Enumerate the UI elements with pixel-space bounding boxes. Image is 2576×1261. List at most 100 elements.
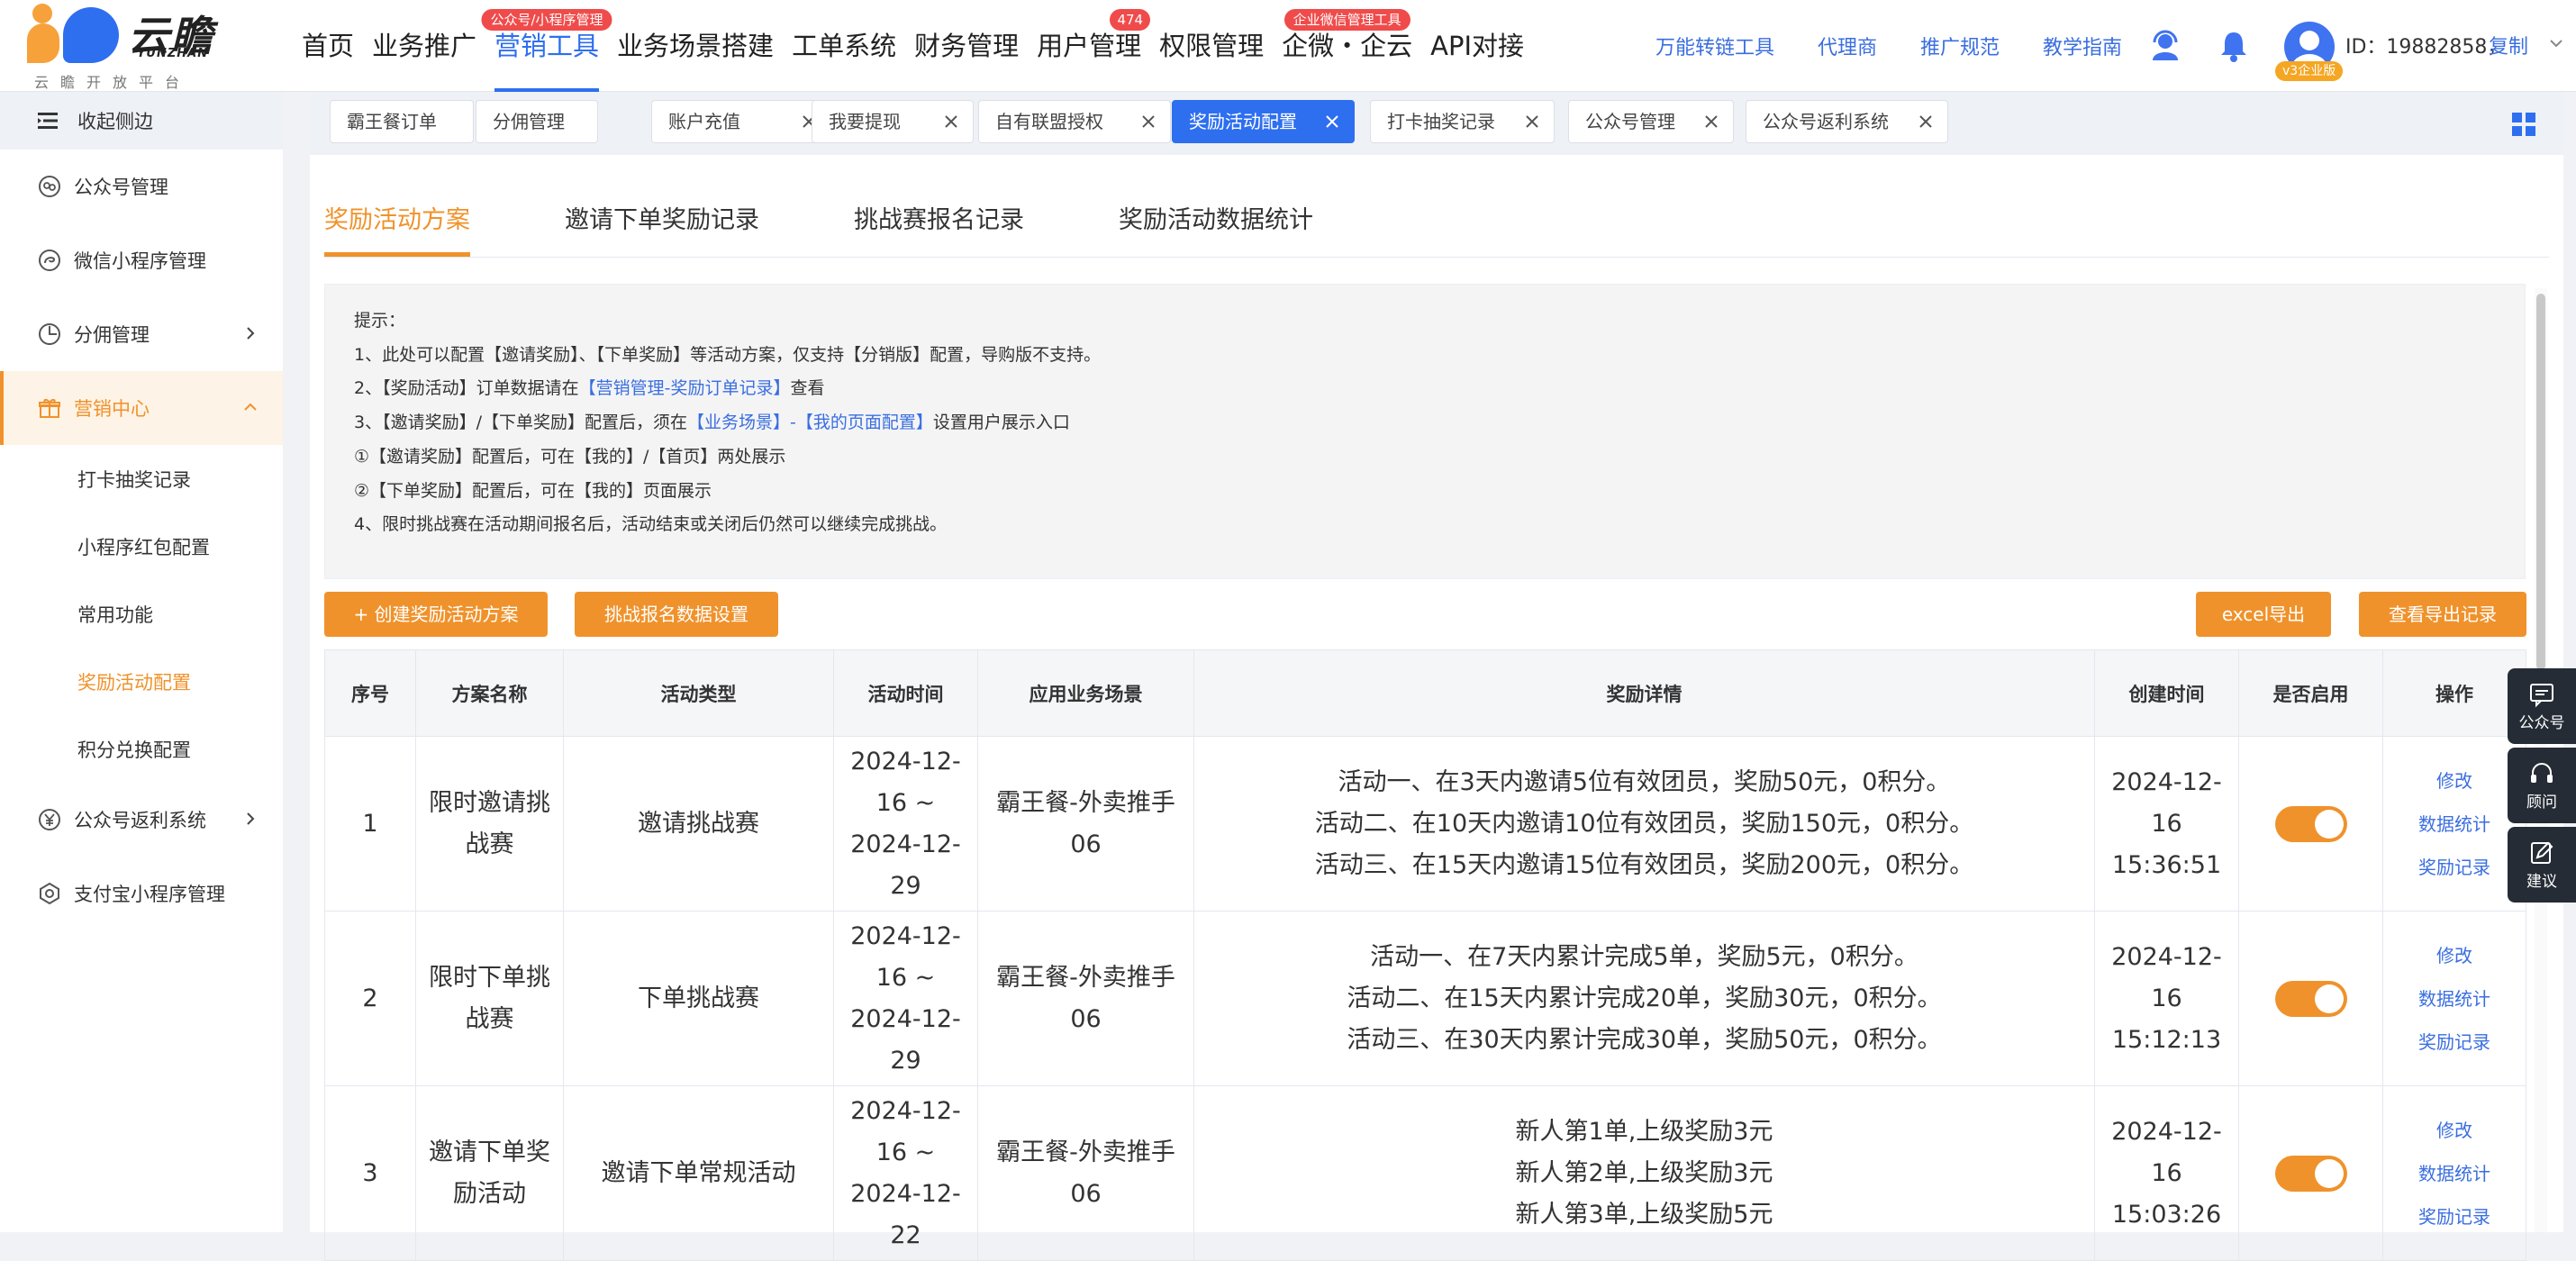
tab-official-account[interactable]: 公众号管理 — [1568, 100, 1734, 143]
nav-home[interactable]: 首页 — [293, 0, 363, 92]
tab-label: 分佣管理 — [493, 111, 565, 132]
close-icon[interactable] — [1917, 113, 1935, 131]
statistics-link[interactable]: 数据统计 — [2383, 803, 2526, 846]
chevron-up-icon — [244, 403, 257, 411]
enable-toggle[interactable] — [2274, 1156, 2347, 1192]
nav-label: API对接 — [1430, 31, 1525, 61]
tab-reward-statistics[interactable]: 奖励活动数据统计 — [1119, 200, 1313, 235]
sidebar-sub-common-functions[interactable]: 常用功能 — [0, 580, 283, 648]
sidebar-sub-points-exchange[interactable]: 积分兑换配置 — [0, 715, 283, 783]
cell-activity-time: 2024-12-16 ~ 2024-12-29 — [833, 736, 978, 912]
tab-label: 奖励活动配置 — [1189, 111, 1297, 132]
close-icon[interactable] — [942, 113, 960, 131]
create-activity-button[interactable]: + 创建奖励活动方案 — [324, 592, 548, 637]
cell-enabled — [2238, 1085, 2383, 1261]
grid-menu-icon[interactable] — [2511, 112, 2536, 137]
close-icon[interactable] — [1323, 113, 1341, 131]
nav-business-promotion[interactable]: 业务推广 — [363, 0, 485, 92]
nav-api[interactable]: API对接 — [1421, 0, 1533, 92]
alipay-icon — [40, 882, 59, 905]
tab-reward-activity-config[interactable]: 奖励活动配置 — [1172, 100, 1355, 143]
tab-commission[interactable]: 分佣管理 — [476, 100, 598, 143]
page-config-link[interactable]: 【业务场景】-【我的页面配置】 — [687, 413, 933, 432]
enable-toggle[interactable] — [2274, 981, 2347, 1017]
excel-export-button[interactable]: excel导出 — [2196, 592, 2331, 637]
nav-user-management[interactable]: 474 用户管理 — [1028, 0, 1151, 92]
float-label: 建议 — [2526, 873, 2557, 891]
edit-link[interactable]: 修改 — [2383, 934, 2526, 977]
sidebar-item-label: 公众号管理 — [74, 177, 168, 198]
link-agents[interactable]: 代理商 — [1818, 32, 1877, 60]
export-records-button[interactable]: 查看导出记录 — [2359, 592, 2526, 637]
tab-alliance-auth[interactable]: 自有联盟授权 — [978, 100, 1171, 143]
customer-service-icon[interactable] — [2147, 28, 2183, 64]
sidebar-item-label: 营销中心 — [74, 398, 150, 420]
close-icon[interactable] — [1702, 113, 1720, 131]
column-header: 奖励详情 — [1193, 649, 2095, 737]
sidebar-sub-label: 奖励活动配置 — [77, 671, 191, 694]
bell-icon[interactable] — [2216, 28, 2252, 64]
collapse-sidebar-button[interactable]: 收起侧边 — [0, 92, 283, 150]
brand-logo[interactable]: 云瞻 YUNZHAN 云瞻开放平台 — [27, 4, 225, 91]
cell-index: 2 — [324, 911, 416, 1086]
tab-label: 霸王餐订单 — [347, 111, 437, 132]
sidebar-item-commission[interactable]: 分佣管理 — [0, 297, 283, 371]
tab-account-recharge[interactable]: 账户充值 — [651, 100, 831, 143]
link-universal-converter[interactable]: 万能转链工具 — [1655, 32, 1774, 60]
edit-link[interactable]: 修改 — [2383, 1109, 2526, 1152]
challenge-settings-button[interactable]: 挑战报名数据设置 — [575, 592, 778, 637]
statistics-link[interactable]: 数据统计 — [2383, 1152, 2526, 1195]
copy-id-link[interactable]: 复制 — [2489, 31, 2528, 59]
main-nav: 首页 业务推广 公众号/小程序管理 营销工具 业务场景搭建 工单系统 财务管理 … — [293, 0, 1533, 92]
link-tutorials[interactable]: 教学指南 — [2043, 32, 2122, 60]
float-official-account[interactable]: 公众号 — [2508, 668, 2576, 744]
link-promotion-rules[interactable]: 推广规范 — [1920, 32, 2000, 60]
sidebar-sub-red-packet[interactable]: 小程序红包配置 — [0, 513, 283, 580]
float-advisor[interactable]: 顾问 — [2508, 748, 2576, 823]
column-header: 是否启用 — [2238, 649, 2383, 737]
scrollbar-thumb[interactable] — [2536, 294, 2545, 670]
tips-text: 2、【奖励活动】订单数据请在 — [354, 378, 579, 399]
reward-records-link[interactable]: 奖励记录 — [2383, 1021, 2526, 1064]
tab-rebate-system[interactable]: 公众号返利系统 — [1746, 100, 1948, 143]
nav-scene-builder[interactable]: 业务场景搭建 — [608, 0, 783, 92]
sidebar-item-alipay-mini[interactable]: 支付宝小程序管理 — [0, 857, 283, 930]
tab-withdraw[interactable]: 我要提现 — [812, 100, 974, 143]
sidebar-sub-label: 常用功能 — [77, 603, 153, 626]
tips-line: ②【下单奖励】配置后，可在【我的】页面展示 — [354, 480, 712, 501]
tab-reward-plans[interactable]: 奖励活动方案 — [324, 200, 470, 235]
edit-link[interactable]: 修改 — [2383, 759, 2526, 803]
order-records-link[interactable]: 【营销管理-奖励订单记录】 — [579, 378, 791, 398]
reward-records-link[interactable]: 奖励记录 — [2383, 1195, 2526, 1238]
gift-icon — [39, 398, 60, 418]
column-header: 创建时间 — [2094, 649, 2239, 737]
cell-enabled — [2238, 736, 2383, 912]
sidebar-item-rebate-system[interactable]: 公众号返利系统 — [0, 783, 283, 857]
cell-reward-details: 活动一、在3天内邀请5位有效团员，奖励50元，0积分。 活动二、在10天内邀请1… — [1193, 736, 2095, 912]
sidebar-item-mini-program[interactable]: 微信小程序管理 — [0, 223, 283, 297]
tab-checkin-lottery[interactable]: 打卡抽奖记录 — [1370, 100, 1555, 143]
nav-wecom[interactable]: 企业微信管理工具 企微・企云 — [1273, 0, 1421, 92]
nav-marketing-tools[interactable]: 公众号/小程序管理 营销工具 — [481, 0, 612, 92]
sidebar-sub-checkin-lottery[interactable]: 打卡抽奖记录 — [0, 445, 283, 513]
nav-permissions[interactable]: 权限管理 — [1150, 0, 1273, 92]
sidebar-item-marketing-center[interactable]: 营销中心 — [0, 371, 283, 445]
float-suggestion[interactable]: 建议 — [2508, 827, 2576, 903]
nav-finance[interactable]: 财务管理 — [905, 0, 1028, 92]
tab-label: 打卡抽奖记录 — [1387, 111, 1495, 132]
column-header: 活动类型 — [563, 649, 834, 737]
sidebar-sub-reward-activity[interactable]: 奖励活动配置 — [0, 648, 283, 715]
statistics-link[interactable]: 数据统计 — [2383, 977, 2526, 1021]
tab-bawang-orders[interactable]: 霸王餐订单 — [330, 100, 474, 143]
close-icon[interactable] — [1523, 113, 1541, 131]
chevron-down-icon[interactable] — [2549, 36, 2563, 50]
sidebar-item-official-account[interactable]: 公众号管理 — [0, 150, 283, 223]
close-icon[interactable] — [1139, 113, 1157, 131]
tab-challenge-signups[interactable]: 挑战赛报名记录 — [854, 200, 1024, 235]
nav-ticket-system[interactable]: 工单系统 — [783, 0, 905, 92]
reward-records-link[interactable]: 奖励记录 — [2383, 846, 2526, 889]
enable-toggle[interactable] — [2274, 806, 2347, 842]
sidebar-sub-label: 积分兑换配置 — [77, 739, 191, 761]
float-label: 公众号 — [2518, 714, 2565, 732]
tab-invite-order-records[interactable]: 邀请下单奖励记录 — [565, 200, 759, 235]
